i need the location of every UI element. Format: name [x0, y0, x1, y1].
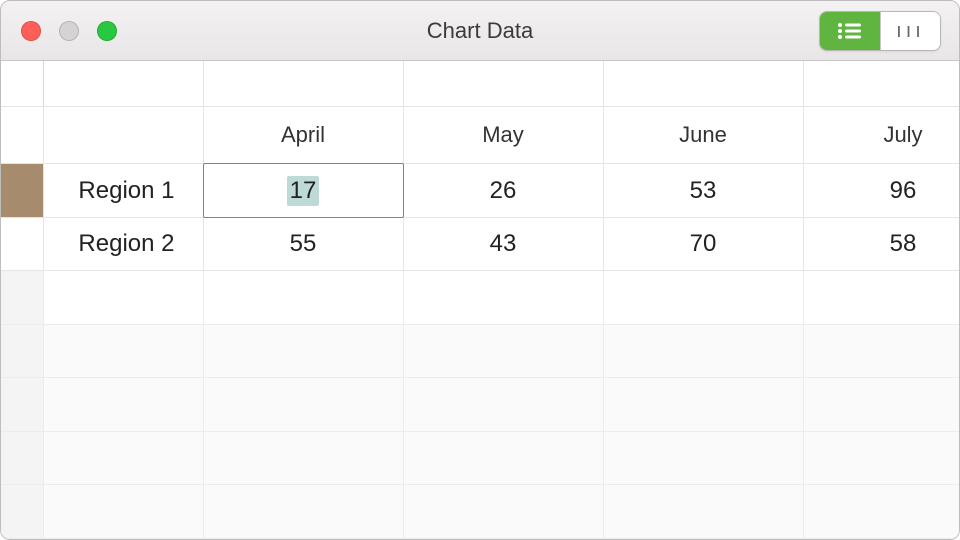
- series-swatch-region2: [1, 217, 43, 271]
- data-cell[interactable]: 55: [203, 217, 403, 271]
- spacer-row: [1, 61, 959, 106]
- fullscreen-window-button[interactable]: [97, 21, 117, 41]
- gutter-cell: [1, 61, 43, 106]
- cell-value: 17: [287, 176, 320, 206]
- empty-cell[interactable]: [43, 61, 203, 106]
- empty-row: [1, 431, 959, 485]
- data-table: April May June July Region 1 17 26 53 96…: [1, 61, 959, 539]
- window-title: Chart Data: [1, 18, 959, 44]
- minimize-window-button[interactable]: [59, 21, 79, 41]
- empty-cell[interactable]: [603, 61, 803, 106]
- col-header-july[interactable]: July: [803, 106, 959, 164]
- view-toggle: ııı: [819, 11, 941, 51]
- data-cell[interactable]: 70: [603, 217, 803, 271]
- corner-cell[interactable]: [43, 106, 203, 164]
- column-view-button[interactable]: ııı: [880, 12, 940, 50]
- table-row: Region 1 17 26 53 96: [1, 164, 959, 218]
- col-header-april[interactable]: April: [203, 106, 403, 164]
- gutter-cell: [1, 485, 43, 539]
- columns-icon: ııı: [896, 20, 925, 43]
- col-header-may[interactable]: May: [403, 106, 603, 164]
- window-controls: [21, 21, 117, 41]
- gutter-cell: [1, 106, 43, 164]
- close-window-button[interactable]: [21, 21, 41, 41]
- empty-cell[interactable]: [403, 61, 603, 106]
- gutter-cell: [1, 431, 43, 485]
- empty-cell[interactable]: [803, 61, 959, 106]
- chart-data-window: Chart Data ııı: [0, 0, 960, 540]
- spreadsheet: April May June July Region 1 17 26 53 96…: [1, 61, 959, 539]
- empty-row: [1, 378, 959, 432]
- data-cell[interactable]: 58: [803, 217, 959, 271]
- gutter-cell: [1, 271, 43, 325]
- data-cell-selected[interactable]: 17: [203, 164, 403, 218]
- series-swatch-region1: [1, 164, 43, 218]
- data-cell[interactable]: 43: [403, 217, 603, 271]
- empty-row: [1, 485, 959, 539]
- list-icon: [837, 22, 863, 40]
- table-row: Region 2 55 43 70 58: [1, 217, 959, 271]
- titlebar: Chart Data ııı: [1, 1, 959, 61]
- data-cell[interactable]: 96: [803, 164, 959, 218]
- data-cell[interactable]: 53: [603, 164, 803, 218]
- col-header-june[interactable]: June: [603, 106, 803, 164]
- empty-row: [1, 324, 959, 378]
- header-row: April May June July: [1, 106, 959, 164]
- gutter-cell: [1, 378, 43, 432]
- data-cell[interactable]: 26: [403, 164, 603, 218]
- list-view-button[interactable]: [820, 12, 880, 50]
- empty-cell[interactable]: [203, 61, 403, 106]
- empty-row: [1, 271, 959, 325]
- row-label[interactable]: Region 1: [43, 164, 203, 218]
- row-label[interactable]: Region 2: [43, 217, 203, 271]
- gutter-cell: [1, 324, 43, 378]
